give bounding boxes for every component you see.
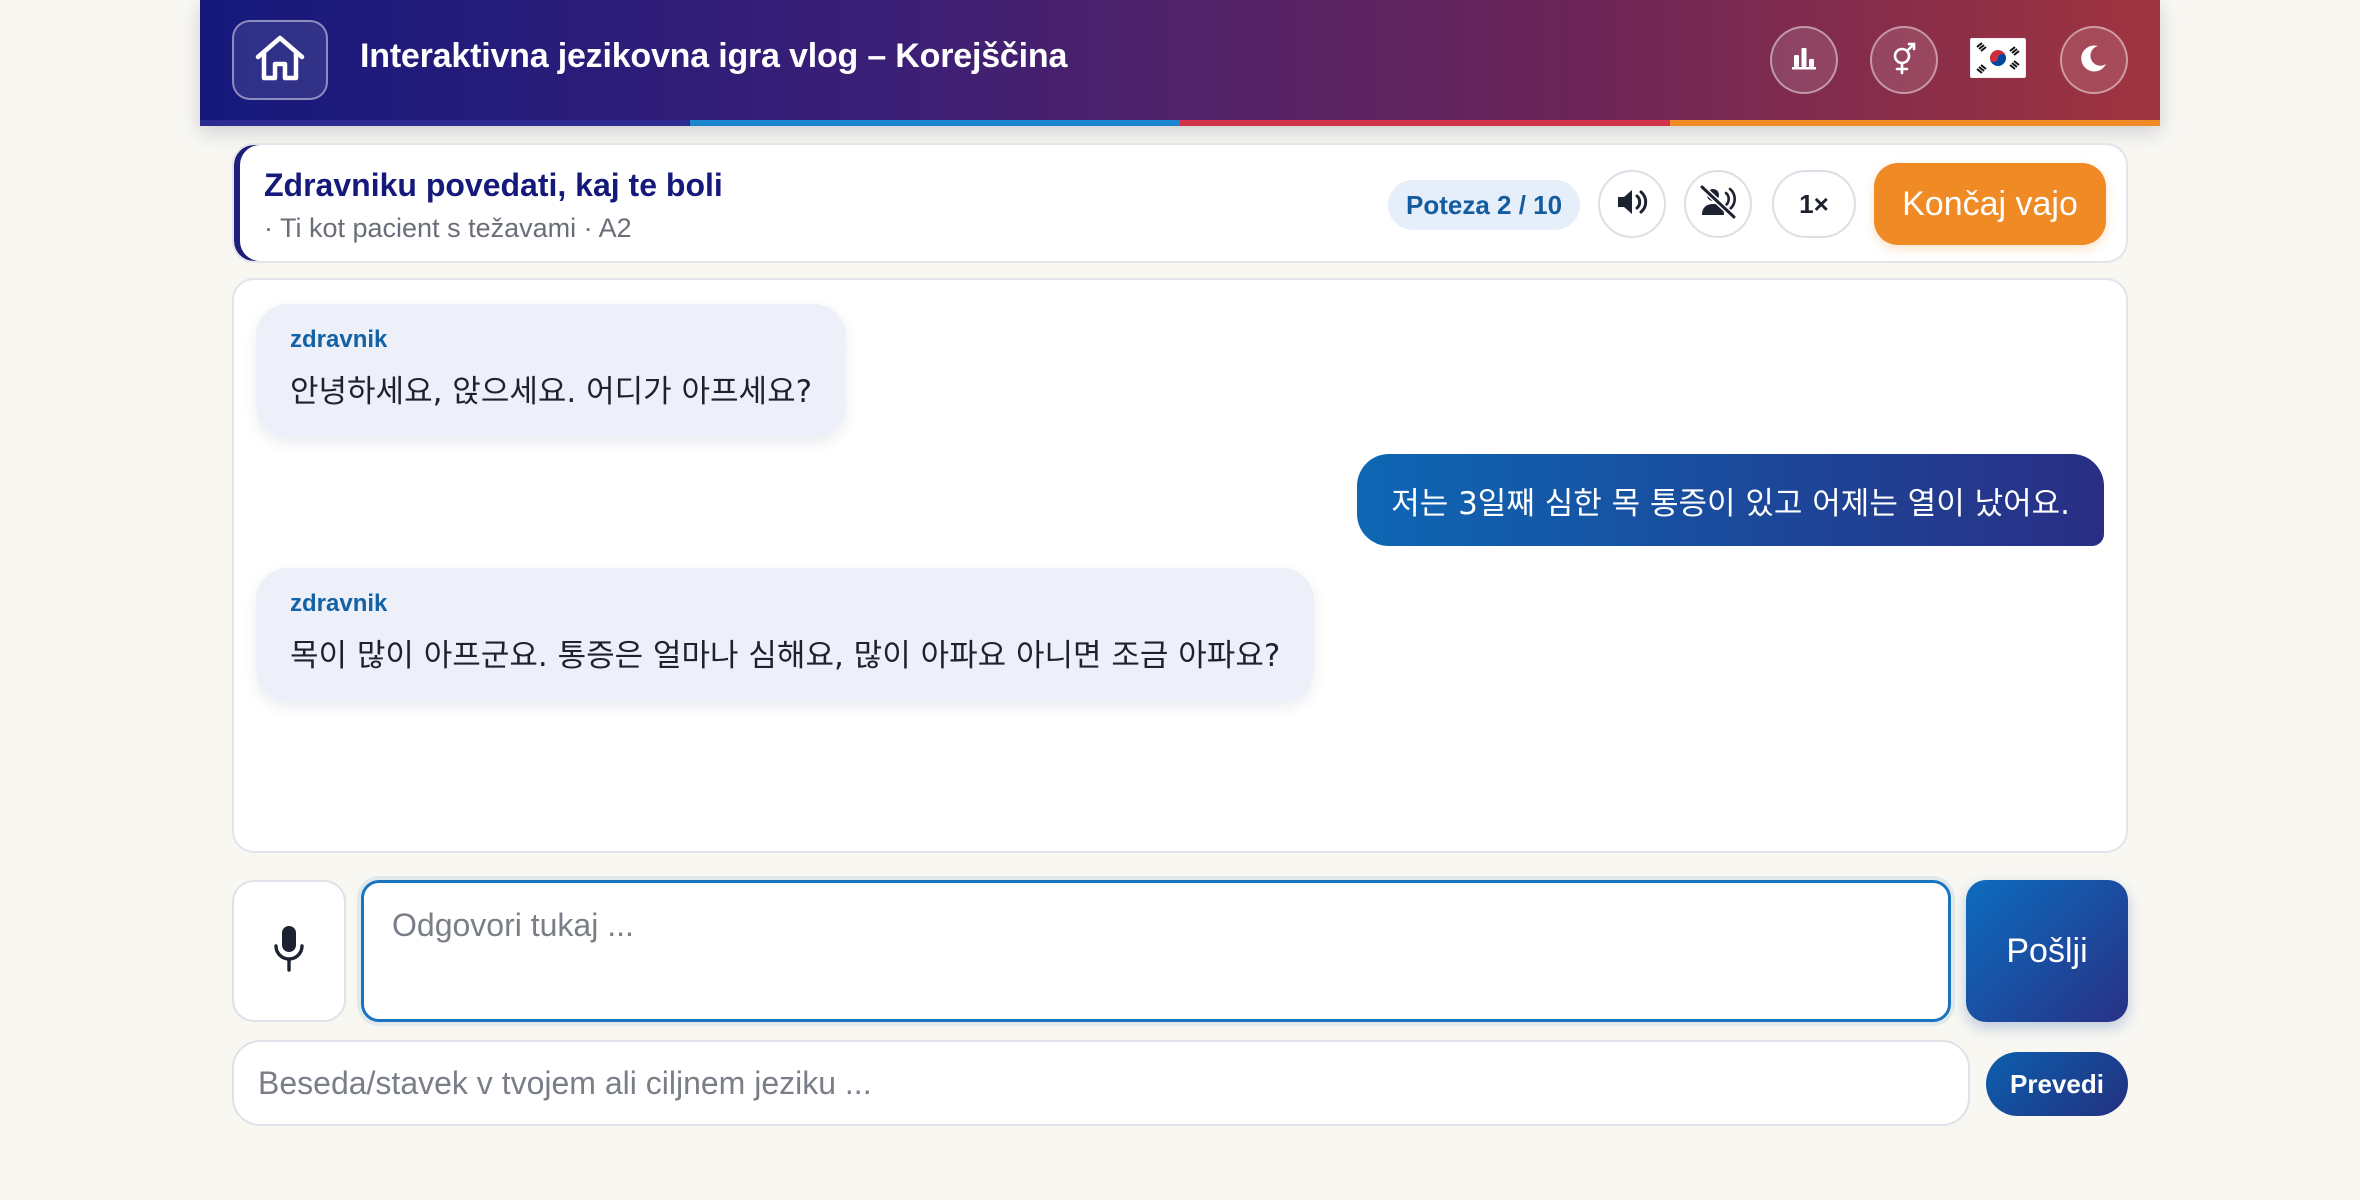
app-header: Interaktivna jezikovna igra vlog – Korej… xyxy=(200,0,2160,126)
message-text: 목이 많이 아프군요. 통증은 얼마나 심해요, 많이 아파요 아니면 조금 아… xyxy=(290,638,1281,674)
gender-icon xyxy=(1889,40,1919,80)
partner-message: zdravnik 목이 많이 아프군요. 통증은 얼마나 심해요, 많이 아파요… xyxy=(256,568,1315,701)
home-button[interactable] xyxy=(232,20,328,100)
stripe-segment xyxy=(690,120,1180,126)
playback-speed-button[interactable]: 1× xyxy=(1772,170,1856,238)
answer-input[interactable] xyxy=(361,880,1951,1022)
theme-toggle-button[interactable] xyxy=(2060,26,2128,94)
message-speaker: zdravnik xyxy=(290,326,388,353)
translate-button[interactable]: Prevedi xyxy=(1986,1052,2128,1116)
turn-counter-badge: Poteza 2 / 10 xyxy=(1388,180,1581,230)
stripe-segment xyxy=(200,120,690,126)
user-message: 저는 3일째 심한 목 통증이 있고 어제는 열이 났어요. xyxy=(1357,454,2104,546)
microphone-icon xyxy=(272,924,306,978)
home-icon xyxy=(253,33,307,87)
korea-flag-icon xyxy=(1969,37,2027,82)
speaker-icon xyxy=(1615,187,1649,221)
moon-icon xyxy=(2078,42,2110,78)
header-color-stripe xyxy=(200,120,2160,126)
stats-button[interactable] xyxy=(1770,26,1838,94)
stripe-segment xyxy=(1180,120,1670,126)
scenario-title: Zdravniku povedati, kaj te boli xyxy=(264,167,723,203)
bar-chart-icon xyxy=(1790,45,1818,75)
translate-input[interactable] xyxy=(232,1040,1970,1126)
scenario-bar: Zdravniku povedati, kaj te boli · Ti kot… xyxy=(232,143,2128,263)
send-button[interactable]: Pošlji xyxy=(1966,880,2128,1022)
gender-button[interactable] xyxy=(1870,26,1938,94)
microphone-button[interactable] xyxy=(232,880,346,1022)
speaker-button[interactable] xyxy=(1598,170,1666,238)
scenario-subtitle: · Ti kot pacient s težavami · A2 xyxy=(264,213,632,243)
message-speaker: zdravnik xyxy=(290,590,388,617)
app-title: Interaktivna jezikovna igra vlog – Korej… xyxy=(360,37,1068,75)
partner-message: zdravnik 안녕하세요, 앉으세요. 어디가 아프세요? xyxy=(256,304,847,437)
end-exercise-button[interactable]: Končaj vajo xyxy=(1874,163,2106,245)
language-flag-button[interactable] xyxy=(1969,33,2027,87)
chat-panel: zdravnik 안녕하세요, 앉으세요. 어디가 아프세요? 저는 3일째 심… xyxy=(232,278,2128,853)
message-text: 안녕하세요, 앉으세요. 어디가 아프세요? xyxy=(290,374,813,410)
voice-off-button[interactable] xyxy=(1684,170,1752,238)
voice-off-icon xyxy=(1699,184,1737,223)
stripe-segment xyxy=(1670,120,2160,126)
